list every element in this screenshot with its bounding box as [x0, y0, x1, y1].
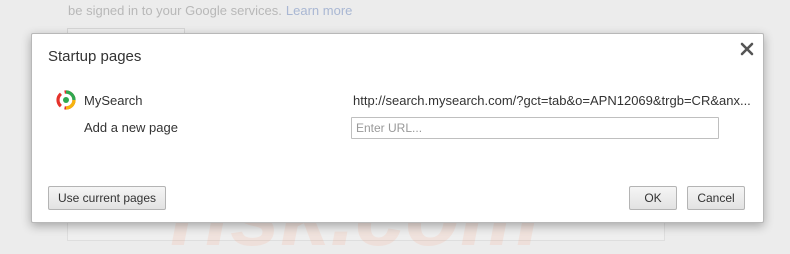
mysearch-favicon-icon	[56, 90, 76, 110]
ok-button[interactable]: OK	[629, 186, 677, 210]
startup-pages-dialog: Startup pages MySearch http://search.mys…	[31, 33, 764, 223]
startup-page-name: MySearch	[84, 93, 143, 108]
startup-page-url: http://search.mysearch.com/?gct=tab&o=AP…	[353, 93, 751, 108]
add-page-label: Add a new page	[84, 120, 178, 135]
learn-more-link[interactable]: Learn more	[286, 3, 352, 18]
close-button[interactable]	[737, 39, 757, 59]
dialog-title: Startup pages	[48, 48, 142, 65]
use-current-pages-button[interactable]: Use current pages	[48, 186, 166, 210]
background-signin-text: be signed in to your Google services. Lea…	[68, 3, 353, 18]
url-input[interactable]	[351, 117, 719, 139]
close-icon	[740, 42, 754, 56]
cancel-button[interactable]: Cancel	[687, 186, 745, 210]
